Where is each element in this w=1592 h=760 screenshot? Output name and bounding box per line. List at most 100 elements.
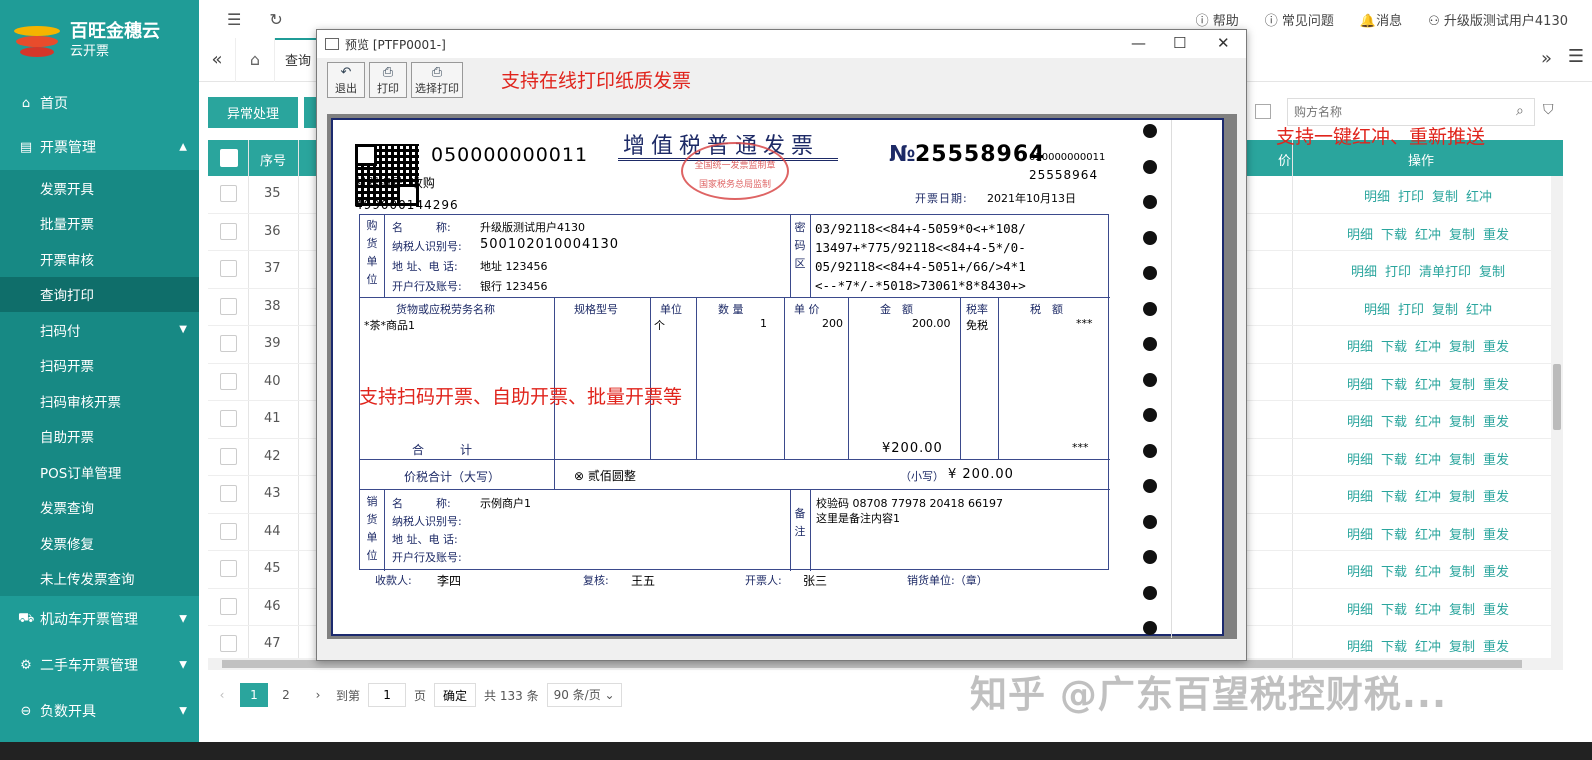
row-checkbox[interactable] — [220, 222, 237, 240]
row-checkbox[interactable] — [220, 560, 237, 577]
row-checkbox[interactable] — [220, 522, 237, 540]
page-next-icon[interactable]: › — [304, 683, 332, 707]
row-action-link[interactable]: 重发 — [1483, 565, 1509, 580]
sidebar-item-invoice-repair[interactable]: 发票修复 — [0, 525, 199, 561]
row-action-link[interactable]: 明细 — [1347, 640, 1373, 655]
row-action-link[interactable]: 重发 — [1483, 415, 1509, 430]
row-action-link[interactable]: 明细 — [1347, 340, 1373, 355]
row-action-link[interactable]: 明细 — [1347, 453, 1373, 468]
row-action-link[interactable]: 复制 — [1432, 190, 1458, 205]
menu-negative[interactable]: ⊖ 负数开具 ▼ — [0, 688, 199, 734]
row-action-link[interactable]: 重发 — [1483, 490, 1509, 505]
row-action-link[interactable]: 复制 — [1449, 415, 1475, 430]
select-all-checkbox[interactable] — [220, 149, 238, 167]
row-checkbox[interactable] — [220, 372, 237, 390]
select-print-button[interactable]: ⎙ 选择打印 — [411, 62, 463, 98]
user-menu[interactable]: ⚇ 升级版测试用户4130 — [1428, 10, 1568, 29]
vertical-scrollbar[interactable] — [1551, 176, 1563, 658]
search-icon[interactable]: ⌕ — [1516, 103, 1524, 119]
row-checkbox[interactable] — [220, 447, 237, 465]
row-action-link[interactable]: 红冲 — [1415, 340, 1441, 355]
row-action-link[interactable]: 下载 — [1381, 228, 1407, 243]
row-action-link[interactable]: 重发 — [1483, 228, 1509, 243]
menu-toggle-icon[interactable]: ☰ — [227, 10, 241, 29]
row-action-link[interactable]: 下载 — [1381, 640, 1407, 655]
row-action-link[interactable]: 复制 — [1449, 490, 1475, 505]
tab-prev-icon[interactable]: « — [199, 49, 235, 70]
row-action-link[interactable]: 红冲 — [1415, 528, 1441, 543]
row-action-link[interactable]: 清单打印 — [1419, 265, 1471, 280]
row-action-link[interactable]: 明细 — [1347, 528, 1373, 543]
menu-vehicle[interactable]: ⛟ 机动车开票管理 ▼ — [0, 596, 199, 642]
page-1[interactable]: 1 — [240, 683, 268, 707]
sidebar-item-issue[interactable]: 发票开具 — [0, 170, 199, 206]
row-action-link[interactable]: 下载 — [1381, 603, 1407, 618]
row-action-link[interactable]: 红冲 — [1415, 565, 1441, 580]
row-action-link[interactable]: 明细 — [1347, 415, 1373, 430]
row-action-link[interactable]: 复制 — [1449, 228, 1475, 243]
sidebar-item-self-issue[interactable]: 自助开票 — [0, 418, 199, 454]
sidebar-item-pos[interactable]: POS订单管理 — [0, 454, 199, 490]
close-icon[interactable]: ✕ — [1217, 34, 1230, 52]
row-action-link[interactable]: 明细 — [1364, 190, 1390, 205]
tab-next-icon[interactable]: » — [1541, 48, 1552, 69]
row-action-link[interactable]: 复制 — [1449, 603, 1475, 618]
row-action-link[interactable]: 明细 — [1347, 565, 1373, 580]
print-button[interactable]: ⎙ 打印 — [369, 62, 407, 98]
abnormal-button[interactable]: 异常处理 — [208, 97, 298, 128]
row-checkbox[interactable] — [220, 297, 237, 315]
row-action-link[interactable]: 重发 — [1483, 640, 1509, 655]
row-action-link[interactable]: 重发 — [1483, 453, 1509, 468]
sidebar-item-scan-issue[interactable]: 扫码开票 — [0, 347, 199, 383]
row-action-link[interactable]: 明细 — [1347, 378, 1373, 393]
sidebar-item-scan-review[interactable]: 扫码审核开票 — [0, 383, 199, 419]
row-action-link[interactable]: 下载 — [1381, 453, 1407, 468]
row-action-link[interactable]: 复制 — [1449, 453, 1475, 468]
row-action-link[interactable]: 下载 — [1381, 415, 1407, 430]
row-action-link[interactable]: 复制 — [1449, 565, 1475, 580]
exit-button[interactable]: ↶ 退出 — [327, 62, 365, 98]
row-checkbox[interactable] — [220, 335, 237, 352]
refresh-icon[interactable]: ↻ — [269, 10, 282, 29]
row-action-link[interactable]: 红冲 — [1415, 415, 1441, 430]
row-action-link[interactable]: 重发 — [1483, 528, 1509, 543]
menu-scan-pay[interactable]: 扫码付 ▼ — [0, 312, 199, 348]
row-action-link[interactable]: 下载 — [1381, 490, 1407, 505]
row-action-link[interactable]: 复制 — [1449, 378, 1475, 393]
goto-confirm-button[interactable]: 确定 — [434, 683, 477, 707]
row-action-link[interactable]: 红冲 — [1415, 228, 1441, 243]
row-action-link[interactable]: 红冲 — [1415, 603, 1441, 618]
row-checkbox[interactable] — [220, 635, 237, 652]
row-action-link[interactable]: 红冲 — [1466, 190, 1492, 205]
row-action-link[interactable]: 重发 — [1483, 340, 1509, 355]
row-action-link[interactable]: 下载 — [1381, 528, 1407, 543]
row-action-link[interactable]: 红冲 — [1415, 640, 1441, 655]
row-action-link[interactable]: 明细 — [1347, 490, 1373, 505]
page-size-select[interactable]: 90 条/页 ⌄ — [546, 683, 622, 707]
sidebar-item-not-uploaded[interactable]: 未上传发票查询 — [0, 560, 199, 596]
row-action-link[interactable]: 明细 — [1351, 265, 1377, 280]
row-action-link[interactable]: 红冲 — [1415, 378, 1441, 393]
row-action-link[interactable]: 打印 — [1398, 303, 1424, 318]
tab-home-icon[interactable]: ⌂ — [235, 37, 275, 82]
row-checkbox[interactable] — [220, 185, 237, 202]
help-link[interactable]: ⓘ 帮助 — [1196, 10, 1239, 29]
row-action-link[interactable]: 明细 — [1364, 303, 1390, 318]
row-action-link[interactable]: 下载 — [1381, 565, 1407, 580]
row-action-link[interactable]: 下载 — [1381, 378, 1407, 393]
menu-home[interactable]: ⌂ 首页 — [0, 82, 199, 124]
row-action-link[interactable]: 复制 — [1479, 265, 1505, 280]
maximize-icon[interactable]: ☐ — [1173, 34, 1186, 52]
row-checkbox[interactable] — [220, 410, 237, 427]
row-action-link[interactable]: 复制 — [1449, 640, 1475, 655]
tab-menu-icon[interactable]: ☰ — [1568, 46, 1584, 67]
row-action-link[interactable]: 红冲 — [1415, 490, 1441, 505]
menu-used-car[interactable]: ⚙ 二手车开票管理 ▼ — [0, 642, 199, 688]
row-checkbox[interactable] — [220, 597, 237, 615]
sidebar-item-query-print[interactable]: 查询打印 — [0, 276, 199, 312]
row-action-link[interactable]: 复制 — [1432, 303, 1458, 318]
calendar-icon[interactable] — [1255, 104, 1271, 119]
goto-page-input[interactable] — [368, 683, 407, 707]
sidebar-item-invoice-query[interactable]: 发票查询 — [0, 489, 199, 525]
faq-link[interactable]: ⓘ 常见问题 — [1265, 10, 1334, 29]
